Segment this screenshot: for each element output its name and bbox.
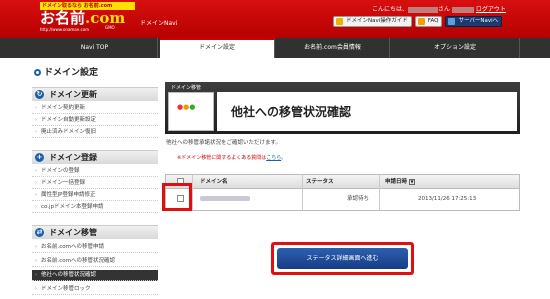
domain-redacted [200,196,250,201]
sidebar-item-register[interactable]: ドメインの登録 [32,166,158,177]
tab-navi-top[interactable]: Navi TOP [32,38,158,58]
sidebar-item-bulk-register[interactable]: ドメイン一括登録 [32,178,158,189]
faq-link[interactable]: こちら [266,155,281,161]
table-header: ドメイン名 ステータス 申請日時 ▼ [166,175,519,189]
sidebar: ドメイン設定 ↻ドメイン更新 ドメイン契約更新 ドメイン自動更新設定 廃止済みド… [32,58,158,299]
sidebar-item-contract-renewal[interactable]: ドメイン契約更新 [32,103,158,114]
col-status: ステータス [306,179,334,185]
status-cell: 承認待ち [347,196,370,202]
col-domain-name: ドメイン名 [200,179,228,185]
logout-link[interactable]: ログアウト [476,6,506,13]
tab-option-settings[interactable]: オプション設定 [391,38,520,58]
sidebar-item-transfer-status-out[interactable]: 他社への移管状況確認 [32,270,158,281]
sidebar-item-transfer-lock[interactable]: ドメイン移管ロック [32,284,158,295]
header: ドメイン取るなら お名前.com お名前.com http://www.onam… [0,0,550,38]
greeting: こんにちは、 さん ログアウト [372,6,506,13]
page-description: 他社への移管承諾状況をご確認いただけます。 [166,140,281,146]
illustration-icon: ●●● [177,103,196,111]
col-date[interactable]: 申請日時 ▼ [385,175,416,189]
sidebar-item-jp-correction[interactable]: 属性型JP登録申請修正 [32,190,158,201]
transfer-icon: ⇄ [35,228,44,237]
sidebar-item-cojp-register[interactable]: co.jpドメイン本登録申請 [32,202,158,213]
sort-icon[interactable]: ▼ [409,178,416,185]
section-domain-transfer[interactable]: ⇄ ドメイン移管 [32,225,158,239]
main-nav: Navi TOP ドメイン設定 お名前.com会員情報 オプション設定 [0,38,550,58]
domain-name-cell [200,189,250,210]
renew-icon: ↻ [35,90,44,99]
section-domain-renewal[interactable]: ↻ ドメイン更新 [32,87,158,101]
sidebar-item-transfer-status-in[interactable]: お名前.comへの移管状況確認 [32,256,158,267]
username-redacted [408,6,439,13]
logo[interactable]: ドメイン取るなら お名前.com お名前.com http://www.onam… [40,2,135,34]
faq-note: ※ドメイン移管に関するよくある質問はこちら。 [177,155,287,161]
tab-domain-settings[interactable]: ドメイン設定 [160,38,275,58]
account-redacted [451,6,474,13]
sidebar-title: ドメイン設定 [34,65,98,78]
plus-icon: + [35,153,44,162]
page-header: ドメイン移管 ●●● 他社への移管状況確認 [165,82,520,134]
transfer-illustration: ●●● [168,92,214,131]
page-title: 他社への移管状況確認 [231,105,352,119]
date-cell: 2013/11/26 17:25:13 [418,196,477,202]
app-name: ドメインNavi [140,20,178,27]
server-navi-button[interactable]: サーバーNaviへ [445,16,503,27]
table-row: 承認待ち 2013/11/26 17:25:13 [166,189,519,210]
guide-icon [336,18,343,25]
server-icon [448,18,456,25]
circle-icon [34,69,41,76]
checkbox-highlight [162,183,192,211]
transfer-table: ドメイン名 ステータス 申請日時 ▼ 承認待ち 2013/11/26 17:25:… [165,174,520,211]
section-domain-registration[interactable]: + ドメイン登録 [32,150,158,164]
tab-member-info[interactable]: お名前.com会員情報 [276,38,390,58]
faq-icon [417,18,425,25]
logo-sub: GMO [105,25,115,30]
faq-button[interactable]: FAQ [414,16,443,27]
guide-button[interactable]: ドメインNavi操作ガイド [333,16,412,27]
page-header-label: ドメイン移管 [171,85,202,91]
sidebar-item-auto-renewal[interactable]: ドメイン自動更新設定 [32,115,158,126]
logo-name: お名前.com [40,9,126,27]
sidebar-item-restore[interactable]: 廃止済みドメイン復旧 [32,127,158,138]
sidebar-item-transfer-request[interactable]: お名前.comへの移管申請 [32,242,158,253]
logo-url: http://www.onamae.com [40,27,90,32]
status-detail-button[interactable]: ステータス詳細画面へ進む [277,248,408,269]
